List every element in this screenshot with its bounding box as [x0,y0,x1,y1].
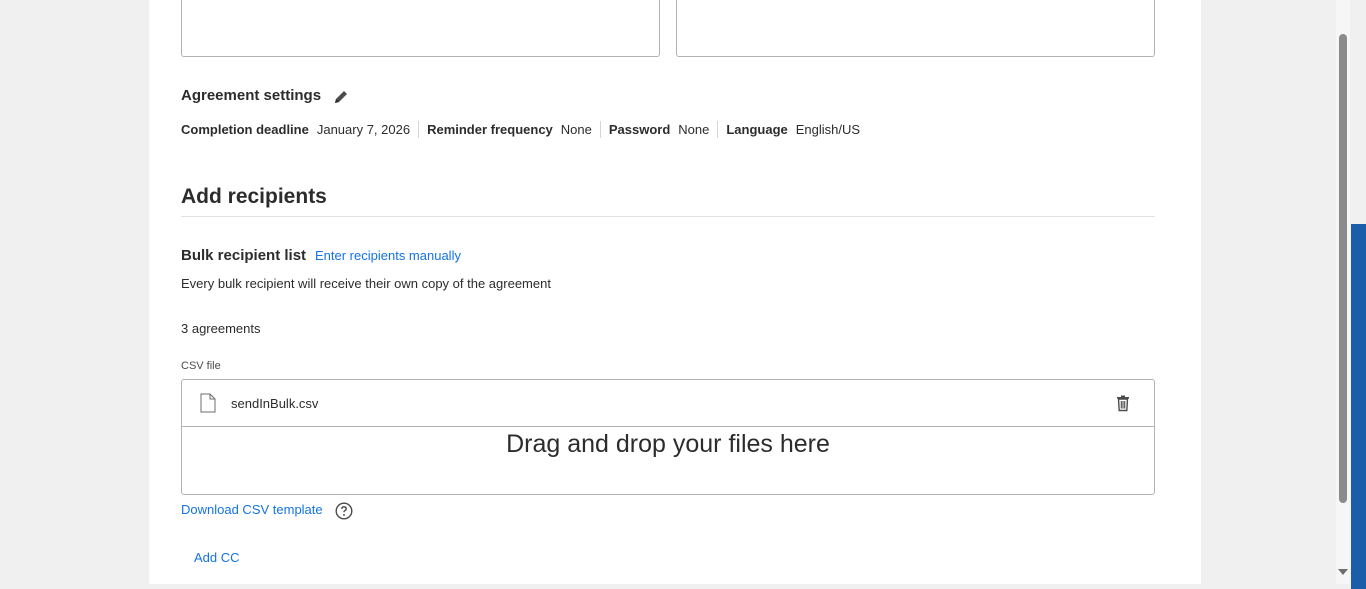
csv-file-label: CSV file [181,360,221,372]
chevron-down-icon[interactable] [1338,569,1348,575]
drop-zone-text: Drag and drop your files here [506,430,830,458]
agreement-settings-title: Agreement settings [181,87,322,104]
setting-completion-deadline: Completion deadline January 7, 2026 [181,121,418,138]
setting-password: Password None [599,121,718,138]
download-csv-template-link[interactable]: Download CSV template [181,502,323,517]
setting-label: Completion deadline [181,122,309,137]
setting-language: Language English/US [717,121,868,138]
setting-label: Language [726,122,788,137]
enter-recipients-manually-link[interactable]: Enter recipients manually [315,248,461,263]
section-divider [181,216,1155,217]
scrollbar-thumb[interactable] [1339,34,1347,503]
file-name: sendInBulk.csv [231,396,319,411]
csv-dropzone[interactable]: sendInBulk.csv Drag and drop your files … [181,379,1155,495]
setting-value: None [560,122,592,137]
add-cc-link[interactable]: Add CC [194,550,240,565]
agreements-count: 3 agreements [181,321,261,336]
bulk-description: Every bulk recipient will receive their … [181,276,551,291]
file-icon [200,393,216,413]
side-accent-strip [1351,224,1366,589]
previous-field-left[interactable] [181,0,660,57]
setting-label: Password [608,122,671,137]
help-icon[interactable] [335,502,353,520]
setting-value: English/US [795,122,861,137]
bulk-recipient-list-title: Bulk recipient list [181,247,307,264]
setting-label: Reminder frequency [427,122,553,137]
uploaded-file-row: sendInBulk.csv [182,380,1154,427]
trash-icon[interactable] [1114,394,1132,412]
setting-reminder-frequency: Reminder frequency None [418,121,600,138]
setting-value: January 7, 2026 [316,122,411,137]
pencil-icon[interactable] [332,88,350,106]
setting-value: None [678,122,710,137]
agreement-settings-row: Completion deadline January 7, 2026 Remi… [181,121,868,138]
main-panel: Agreement settings Completion deadline J… [149,0,1350,584]
previous-field-right[interactable] [676,0,1155,57]
scrollbar[interactable] [1336,0,1350,584]
add-recipients-title: Add recipients [181,185,327,208]
